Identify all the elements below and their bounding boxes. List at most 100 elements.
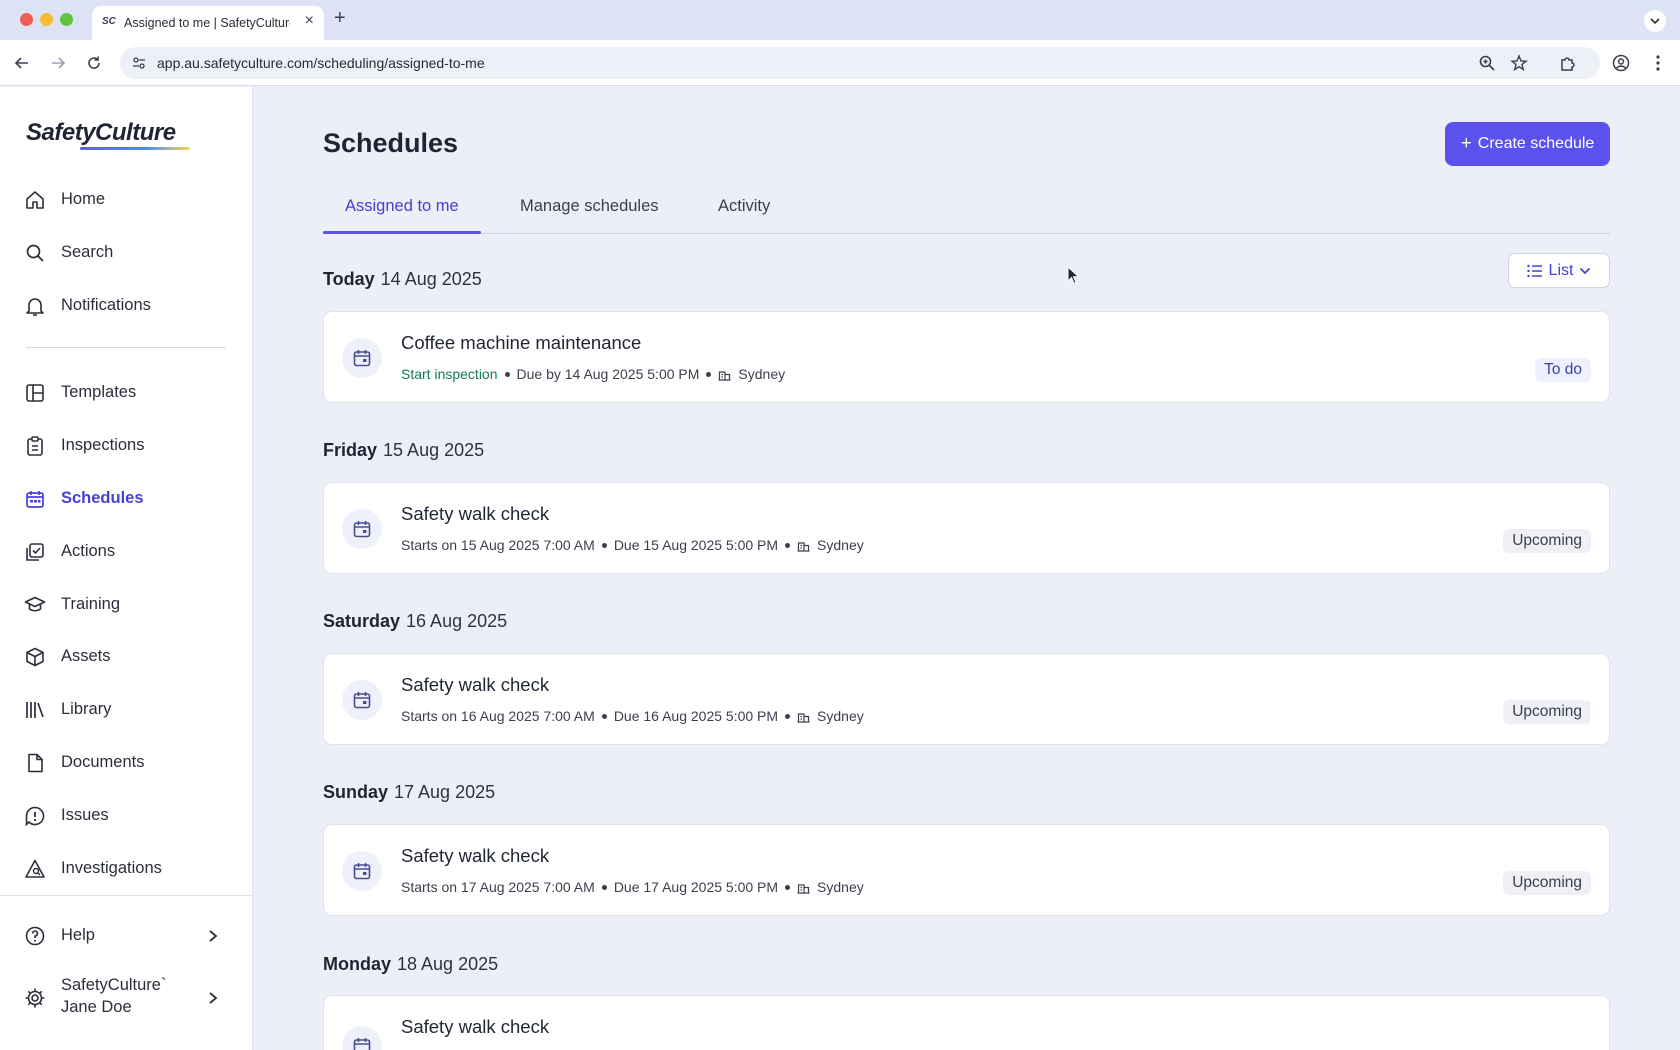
bell-icon (26, 298, 44, 316)
day-heading: Sunday 17 Aug 2025 (323, 782, 495, 803)
mouse-cursor-icon (1067, 266, 1080, 285)
sidebar-item-search[interactable]: Search (12, 232, 240, 272)
view-mode-label: List (1548, 261, 1574, 279)
separator-dot (504, 371, 510, 377)
day-heading: Saturday 16 Aug 2025 (323, 611, 507, 632)
separator-dot (601, 884, 607, 890)
browser-menu-button[interactable] (1648, 53, 1668, 73)
sidebar-account-menu[interactable]: SafetyCulture` Jane Doe (12, 970, 240, 1026)
sidebar-item-training[interactable]: Training (12, 584, 240, 624)
day-name: Today (323, 269, 375, 289)
chevron-down-icon (1580, 267, 1591, 274)
sidebar-item-home[interactable]: Home (12, 179, 240, 219)
new-tab-icon[interactable]: + (334, 7, 346, 30)
schedule-title: Safety walk check (401, 503, 550, 524)
sidebar-item-label: Issues (61, 806, 109, 824)
cube-icon (26, 647, 44, 667)
sidebar-item-notifications[interactable]: Notifications (12, 285, 240, 325)
separator-dot (706, 371, 712, 377)
tab-activity[interactable]: Activity (718, 197, 770, 216)
profile-button[interactable] (1611, 53, 1631, 73)
building-icon (718, 370, 731, 381)
sidebar-item-label: Investigations (61, 859, 162, 877)
reload-button[interactable] (84, 53, 104, 73)
due-text: Due 15 Aug 2025 5:00 PM (613, 537, 779, 553)
create-schedule-label: Create schedule (1477, 135, 1595, 152)
sidebar-item-library[interactable]: Library (12, 689, 240, 729)
window-close-button[interactable] (20, 13, 33, 26)
site-name: Sydney (817, 537, 864, 553)
status-badge: Upcoming (1503, 871, 1591, 895)
gear-icon (25, 988, 45, 1008)
sidebar-item-schedules[interactable]: Schedules (12, 478, 240, 518)
schedule-title: Safety walk check (401, 1016, 550, 1037)
separator-dot (785, 713, 791, 719)
calendar-icon (353, 1038, 371, 1050)
schedule-card[interactable]: Safety walk check Starts on 17 Aug 2025 … (323, 824, 1610, 916)
view-mode-select[interactable]: List (1508, 253, 1610, 288)
tab-manage-schedules[interactable]: Manage schedules (520, 197, 659, 216)
tab-search-button[interactable] (1644, 10, 1666, 32)
org-name: SafetyCulture` (61, 976, 167, 994)
arrow-right-icon (52, 57, 66, 69)
sidebar-item-investigations[interactable]: Investigations (12, 848, 240, 888)
due-text: Due 17 Aug 2025 5:00 PM (613, 879, 779, 895)
day-name: Sunday (323, 782, 389, 802)
graduation-cap-icon (24, 596, 46, 612)
schedule-icon-circle (342, 680, 382, 720)
schedule-card[interactable]: Safety walk check Starts on 15 Aug 2025 … (323, 482, 1610, 574)
schedule-meta: Start inspection Due by 14 Aug 2025 5:00… (401, 366, 785, 382)
chevron-down-icon (1650, 18, 1660, 25)
sidebar-item-issues[interactable]: Issues (12, 795, 240, 835)
window-zoom-button[interactable] (60, 13, 73, 26)
start-inspection-link[interactable]: Start inspection (401, 366, 498, 382)
window-minimize-button[interactable] (40, 13, 53, 26)
schedule-card[interactable]: Coffee machine maintenance Start inspect… (323, 311, 1610, 403)
sidebar-item-inspections[interactable]: Inspections (12, 425, 240, 465)
chevron-right-icon (209, 992, 218, 1004)
day-date: 17 Aug 2025 (394, 782, 496, 802)
day-date: 18 Aug 2025 (397, 954, 499, 974)
sidebar-item-actions[interactable]: Actions (12, 531, 240, 571)
help-icon (25, 926, 45, 946)
zoom-icon[interactable] (1478, 54, 1496, 72)
separator-dot (601, 713, 607, 719)
sidebar-item-templates[interactable]: Templates (12, 372, 240, 412)
sidebar-item-label: Help (61, 926, 95, 944)
create-schedule-button[interactable]: + Create schedule (1445, 122, 1610, 166)
day-heading: Monday 18 Aug 2025 (323, 954, 498, 975)
sidebar-item-documents[interactable]: Documents (12, 742, 240, 782)
browser-tab-bar: SC Assigned to me | SafetyCulture × + (0, 0, 1680, 40)
sidebar-item-assets[interactable]: Assets (12, 636, 240, 676)
building-icon (797, 541, 810, 552)
back-button[interactable] (12, 53, 32, 73)
schedule-card[interactable]: Safety walk check Starts on 16 Aug 2025 … (323, 653, 1610, 745)
reload-icon (88, 56, 100, 69)
sidebar-item-label: Library (61, 700, 112, 718)
browser-tab[interactable]: SC Assigned to me | SafetyCulture × (92, 6, 324, 40)
schedule-card[interactable]: Safety walk check (323, 995, 1610, 1050)
forward-button[interactable] (48, 53, 68, 73)
sidebar-item-label: Actions (61, 542, 116, 560)
schedule-icon-circle (342, 509, 382, 549)
schedule-meta: Starts on 16 Aug 2025 7:00 AM Due 16 Aug… (401, 708, 864, 724)
due-text: Due by 14 Aug 2025 5:00 PM (516, 366, 700, 382)
site-settings-icon[interactable] (132, 56, 146, 70)
bookmark-star-icon[interactable] (1510, 54, 1528, 72)
address-bar[interactable]: app.au.safetyculture.com/scheduling/assi… (120, 47, 1600, 79)
page-title: Schedules (323, 128, 459, 158)
sidebar-item-label: Inspections (61, 436, 145, 454)
status-badge: Upcoming (1503, 529, 1591, 553)
close-tab-icon[interactable]: × (305, 12, 314, 30)
tab-assigned-to-me[interactable]: Assigned to me (345, 197, 459, 216)
safetyculture-logo[interactable]: SafetyCulture (26, 119, 176, 147)
site-name: Sydney (817, 708, 864, 724)
day-name: Saturday (323, 611, 401, 631)
tabs-divider (323, 233, 1610, 234)
sidebar-item-label: Search (61, 243, 114, 261)
library-icon (26, 702, 44, 718)
sidebar-item-help[interactable]: Help (12, 915, 240, 955)
day-heading: Today 14 Aug 2025 (323, 269, 482, 290)
extensions-button[interactable] (1558, 53, 1578, 73)
sidebar-item-label: Documents (61, 753, 145, 771)
